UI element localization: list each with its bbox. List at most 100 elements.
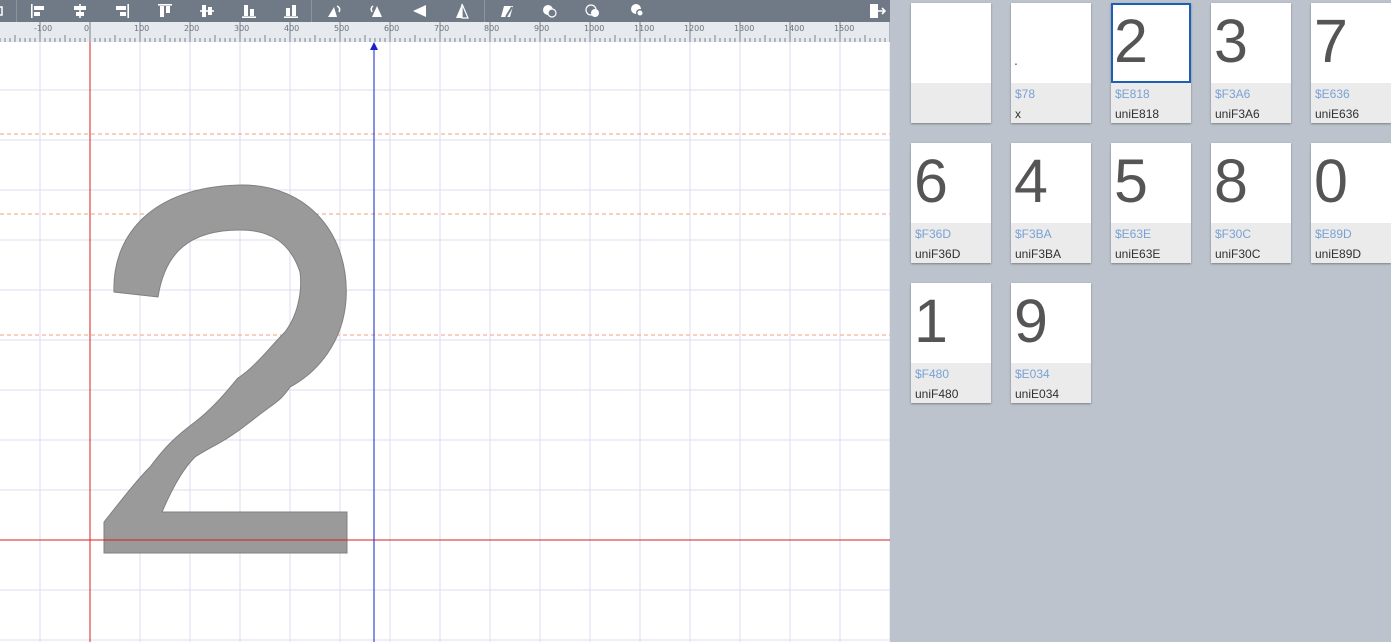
glyph-preview: . xyxy=(1011,3,1091,83)
horizontal-ruler[interactable]: -100 0 100 200 300 400 500 600 700 800 900 1000 1100… xyxy=(0,22,890,43)
align-middle-icon xyxy=(200,5,214,17)
glyph-name: uniE818 xyxy=(1115,107,1160,121)
ruler-label: 1400 xyxy=(784,24,805,33)
union-button[interactable] xyxy=(494,0,520,22)
glyph-cell[interactable]: 5 $E63E uniE63E xyxy=(1111,143,1191,263)
glyph-cell[interactable]: 7 $E636 uniE636 xyxy=(1311,3,1391,123)
ruler-label: 1500 xyxy=(834,24,855,33)
subtract-icon xyxy=(543,5,557,18)
exit-panel-button[interactable] xyxy=(866,0,888,22)
ruler-label: -100 xyxy=(34,24,53,33)
align-top-button[interactable] xyxy=(152,0,178,22)
glyph-preview-char: 5 xyxy=(1114,147,1148,215)
ruler-label: 100 xyxy=(134,24,150,33)
glyph-cell[interactable]: . $78 x xyxy=(1011,3,1091,123)
glyph-name: uniF3A6 xyxy=(1215,107,1260,121)
glyph-edit-canvas[interactable] xyxy=(0,42,890,642)
subtract-button[interactable] xyxy=(537,0,563,22)
glyph-name: uniF36D xyxy=(915,247,961,261)
advance-width-handle[interactable] xyxy=(370,42,378,50)
glyph-info: $78 x xyxy=(1011,83,1091,123)
toolbar-separator xyxy=(484,0,485,22)
glyph-preview: 8 xyxy=(1211,143,1291,223)
glyph-code: $F3BA xyxy=(1015,227,1052,241)
glyph-preview: 9 xyxy=(1011,283,1091,363)
glyph-preview-char: 0 xyxy=(1314,147,1348,215)
glyph-info: $E818 uniE818 xyxy=(1111,83,1191,123)
intersect-button[interactable] xyxy=(580,0,606,22)
glyph-preview: 3 xyxy=(1211,3,1291,83)
glyph-name: uniE63E xyxy=(1115,247,1161,261)
glyph-name: uniE636 xyxy=(1315,107,1360,121)
glyph-code: $E034 xyxy=(1015,367,1050,381)
distribute-button[interactable] xyxy=(278,0,304,22)
glyph-info: $F30C uniF30C xyxy=(1211,223,1291,263)
glyph-preview: 6 xyxy=(911,143,991,223)
flip-horizontal-icon xyxy=(413,5,426,17)
glyph-preview-char: 3 xyxy=(1214,7,1248,75)
glyph-info: $E034 uniE034 xyxy=(1011,363,1091,403)
glyph-code: $E636 xyxy=(1315,87,1350,101)
glyph-code: $F480 xyxy=(915,367,950,381)
align-right-icon xyxy=(116,4,129,18)
glyph-cell[interactable]: 9 $E034 uniE034 xyxy=(1011,283,1091,403)
glyph-preview-char: . xyxy=(1014,52,1018,68)
flip-vertical-icon xyxy=(456,3,469,19)
glyph-name: uniF3BA xyxy=(1015,247,1062,261)
glyph-cell[interactable]: 2 $E818 uniE818 xyxy=(1111,3,1191,123)
glyph-info: $E89D uniE89D xyxy=(1311,223,1391,263)
ruler-label: 600 xyxy=(384,24,400,33)
glyph-code: $F36D xyxy=(915,227,952,241)
glyph-preview: 5 xyxy=(1111,143,1191,223)
union-icon xyxy=(501,6,513,18)
glyph-preview: 0 xyxy=(1311,143,1391,223)
ruler-label: 700 xyxy=(434,24,450,33)
glyph-preview-char: 4 xyxy=(1014,147,1048,215)
glyph-info: $F36D uniF36D xyxy=(911,223,991,263)
align-bottom-icon xyxy=(242,5,256,18)
glyph-cell[interactable]: 4 $F3BA uniF3BA xyxy=(1011,143,1091,263)
glyph-code: $E818 xyxy=(1115,87,1150,101)
toolbar-separator xyxy=(311,0,312,22)
flip-horizontal-button[interactable] xyxy=(407,0,433,22)
glyph-cell[interactable] xyxy=(911,3,991,123)
glyph-preview-char: 7 xyxy=(1314,7,1348,75)
glyph-preview: 4 xyxy=(1011,143,1091,223)
glyph-cell[interactable]: 0 $E89D uniE89D xyxy=(1311,143,1391,263)
exit-panel-icon xyxy=(870,4,886,18)
glyph-preview-char: 6 xyxy=(914,147,948,215)
glyph-cell[interactable]: 3 $F3A6 uniF3A6 xyxy=(1211,3,1291,123)
glyph-drawing-area[interactable] xyxy=(0,42,890,642)
glyph-name: uniE034 xyxy=(1015,387,1060,401)
ruler-label: 0 xyxy=(84,24,90,33)
ruler-label: 400 xyxy=(284,24,300,33)
rotate-right-icon xyxy=(370,5,382,17)
exclude-button[interactable] xyxy=(625,0,651,22)
glyph-info: $F3BA uniF3BA xyxy=(1011,223,1091,263)
align-left-button[interactable] xyxy=(25,0,51,22)
align-middle-button[interactable] xyxy=(194,0,220,22)
align-center-vertical-button[interactable] xyxy=(67,0,93,22)
glyph-cell[interactable]: 8 $F30C uniF30C xyxy=(1211,143,1291,263)
flip-vertical-button[interactable] xyxy=(449,0,475,22)
toolbar-partial-button[interactable] xyxy=(0,0,12,22)
ruler-label: 1300 xyxy=(734,24,755,33)
align-center-icon xyxy=(74,4,86,18)
rotate-right-button[interactable] xyxy=(364,0,390,22)
align-bottom-button[interactable] xyxy=(236,0,262,22)
ruler-label: 1000 xyxy=(584,24,605,33)
glyph-code: $F30C xyxy=(1215,227,1252,241)
glyph-preview-char: 1 xyxy=(914,287,948,355)
glyph-preview xyxy=(911,3,991,83)
glyph-cell[interactable]: 6 $F36D uniF36D xyxy=(911,143,991,263)
glyph-code: $F3A6 xyxy=(1215,87,1251,101)
rotate-left-button[interactable] xyxy=(321,0,347,22)
glyph-cell[interactable]: 1 $F480 uniF480 xyxy=(911,283,991,403)
glyph-name: uniF30C xyxy=(1215,247,1261,261)
glyph-info: $E636 uniE636 xyxy=(1311,83,1391,123)
glyph-grid-panel: . $78 x 2 $E818 uniE818 3 $F3A6 uniF3A6 7 $E636 uni… xyxy=(890,0,1391,642)
glyph-name: x xyxy=(1015,107,1021,121)
intersect-icon xyxy=(585,4,599,17)
glyph-name: uniE89D xyxy=(1315,247,1362,261)
align-right-button[interactable] xyxy=(109,0,135,22)
